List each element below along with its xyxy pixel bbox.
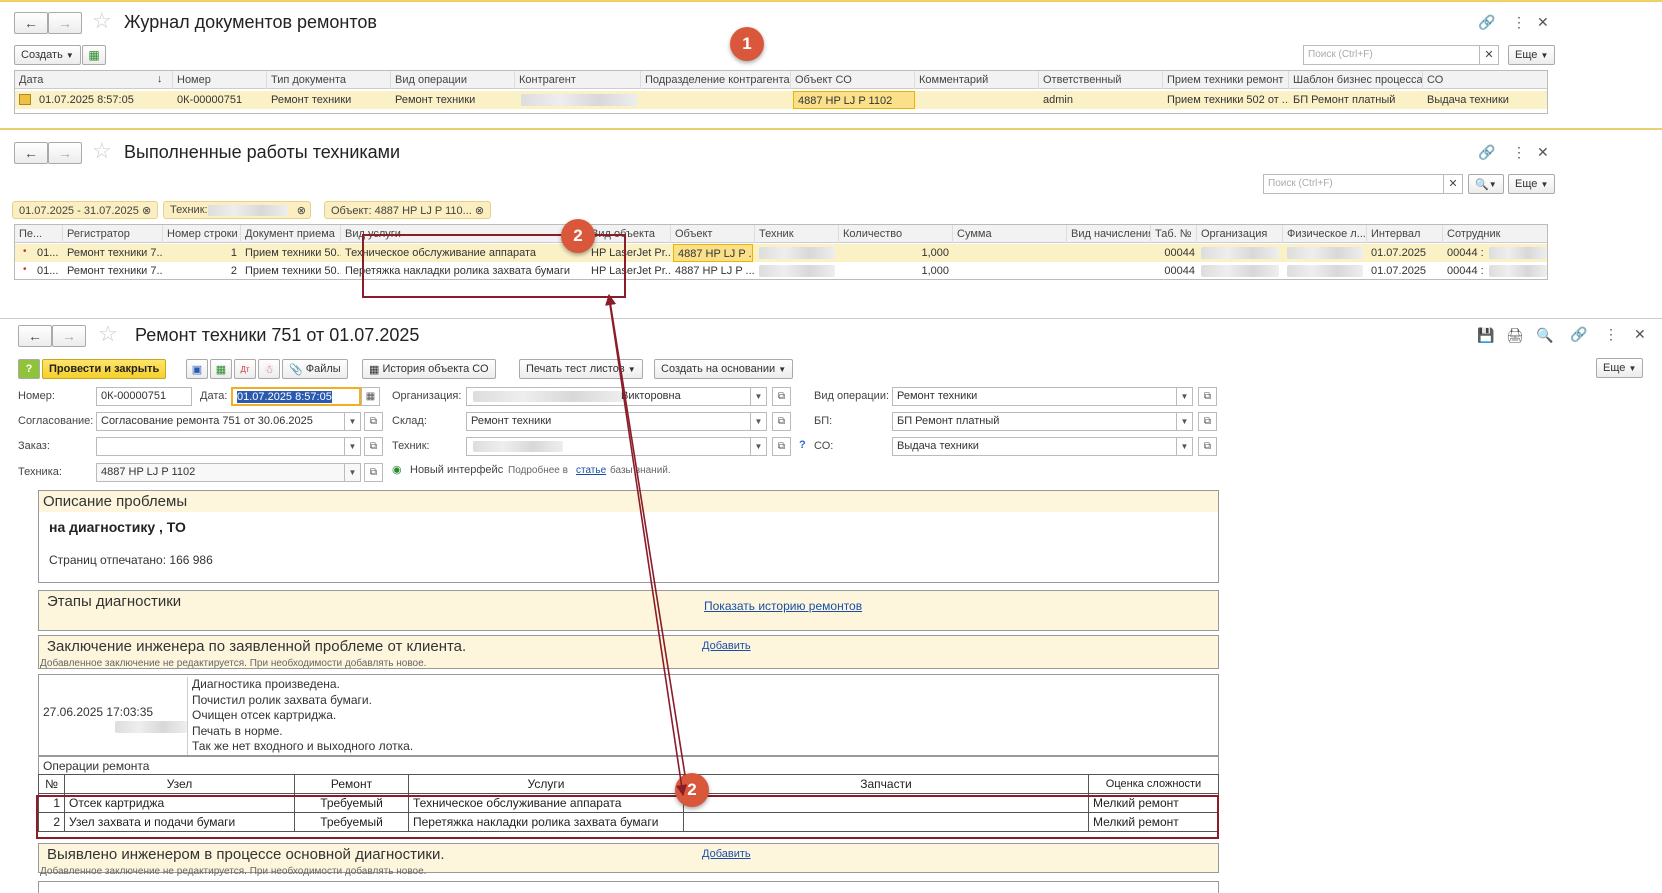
arrow-down (608, 297, 688, 797)
annotation-arrows (605, 293, 688, 797)
arrow-up (605, 293, 686, 776)
